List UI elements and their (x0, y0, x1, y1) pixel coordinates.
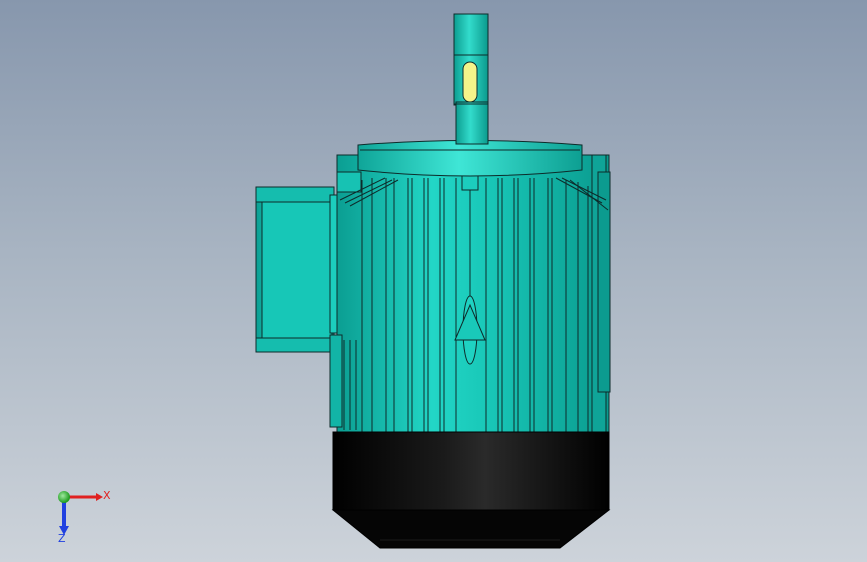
x-axis-head (96, 493, 103, 501)
motor-model[interactable] (255, 13, 611, 549)
z-axis-label: Z (58, 532, 66, 545)
cad-viewport[interactable]: X Z (0, 0, 867, 562)
orientation-triad: X Z (58, 489, 111, 545)
shaft-keyway (462, 61, 478, 103)
x-axis-label: X (103, 489, 111, 502)
y-axis-ball (58, 491, 70, 503)
fan-cover (331, 431, 611, 549)
output-shaft[interactable] (453, 13, 489, 145)
end-cap (357, 140, 583, 177)
